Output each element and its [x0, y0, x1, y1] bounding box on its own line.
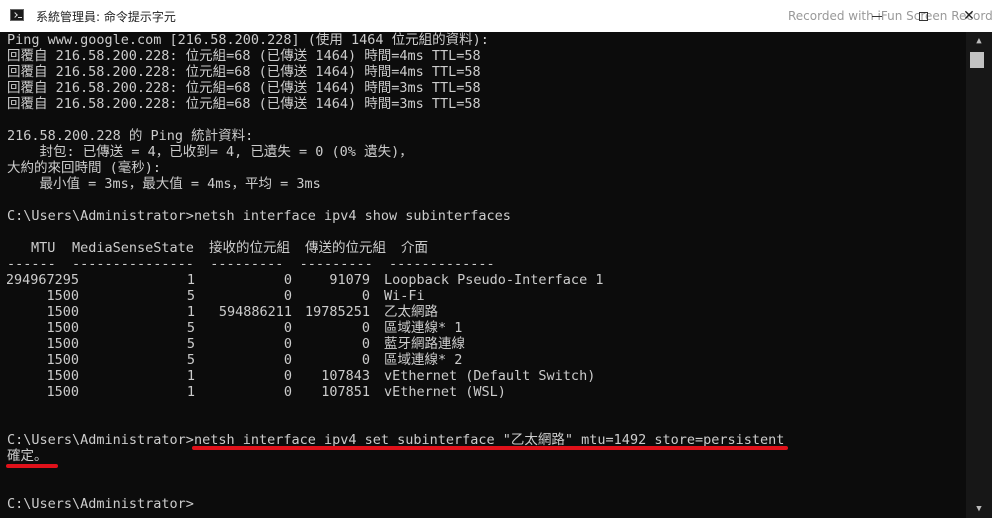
cell-bytes-received: 0: [283, 352, 292, 368]
prompt: C:\Users\Administrator>: [7, 208, 194, 224]
cell-bytes-sent: 107851: [321, 384, 370, 400]
table-row: 1500 5 0 0 區域連線* 2: [7, 352, 907, 368]
cell-media-sense-state: 5: [186, 352, 195, 368]
cell-mtu: 1500: [46, 288, 79, 304]
cell-bytes-sent: 0: [361, 320, 370, 336]
title-bar[interactable]: 系統管理員: 命令提示字元 Recorded with iFun Screen …: [0, 0, 992, 32]
header-interface: 介面: [401, 240, 428, 256]
ping-reply-line: 回覆自 216.58.200.228: 位元組=68 (已傳送 1464) 時間…: [7, 80, 481, 96]
scroll-down-arrow-icon[interactable]: ▼: [966, 500, 992, 518]
header-media-sense-state: MediaSenseState: [72, 240, 194, 256]
ping-stats-rtt: 最小值 = 3ms，最大值 = 4ms，平均 = 3ms: [7, 176, 321, 192]
ping-header-line: Ping www.google.com [216.58.200.228] (使用…: [7, 32, 489, 48]
ping-stats-packets: 封包: 已傳送 = 4，已收到= 4, 已遺失 = 0 (0% 遺失)，: [7, 144, 413, 160]
header-bytes-received: 接收的位元組: [209, 240, 290, 256]
ping-stats-title: 216.58.200.228 的 Ping 統計資料:: [7, 128, 254, 144]
cell-bytes-received: 0: [283, 368, 292, 384]
table-row: 1500 1 0 107843 vEthernet (Default Switch): [7, 368, 907, 384]
table-row: 4294967295 1 0 91079 Loopback Pseudo-Interfa…: [7, 272, 907, 288]
cell-mtu: 4294967295: [7, 272, 79, 288]
table-row: 1500 5 0 0 藍牙網路連線: [7, 336, 907, 352]
cell-bytes-received: 594886211: [218, 304, 292, 320]
cell-interface: 區域連線* 2: [384, 352, 463, 368]
cell-interface: 乙太網路: [384, 304, 438, 320]
table-row: 1500 5 0 0 Wi-Fi: [7, 288, 907, 304]
window-title: 系統管理員: 命令提示字元: [36, 10, 176, 24]
table-row: 1500 1 0 107851 vEthernet (WSL): [7, 384, 907, 400]
cell-bytes-received: 0: [283, 288, 292, 304]
cell-bytes-received: 0: [283, 384, 292, 400]
cell-mtu: 1500: [46, 368, 79, 384]
table-header-row: MTU MediaSenseState 接收的位元組 傳送的位元組 介面: [7, 240, 907, 256]
cell-bytes-sent: 91079: [329, 272, 370, 288]
maximize-icon: [918, 11, 928, 21]
cell-interface: Wi-Fi: [384, 288, 425, 304]
maximize-button[interactable]: [900, 0, 946, 32]
header-bytes-sent: 傳送的位元組: [305, 240, 386, 256]
cell-interface: vEthernet (WSL): [384, 384, 506, 400]
cell-bytes-sent: 0: [361, 352, 370, 368]
cell-bytes-received: 0: [283, 336, 292, 352]
vertical-scrollbar[interactable]: ▲ ▼: [966, 32, 992, 518]
annotation-underline-command: [192, 446, 788, 450]
annotation-underline-result: [6, 464, 58, 468]
cell-media-sense-state: 1: [186, 368, 195, 384]
cell-bytes-sent: 0: [361, 336, 370, 352]
cell-interface: 藍牙網路連線: [384, 336, 465, 352]
cell-interface: 區域連線* 1: [384, 320, 463, 336]
cell-media-sense-state: 5: [186, 288, 195, 304]
command-result: 確定。: [7, 448, 48, 464]
cell-mtu: 1500: [46, 320, 79, 336]
scroll-thumb[interactable]: [970, 52, 984, 68]
table-row: 1500 1 594886211 19785251 乙太網路: [7, 304, 907, 320]
scroll-up-arrow-icon[interactable]: ▲: [966, 32, 992, 50]
cell-mtu: 1500: [46, 352, 79, 368]
minimize-button[interactable]: [854, 0, 900, 32]
cell-bytes-sent: 0: [361, 288, 370, 304]
ping-stats-rtt-title: 大約的來回時間 (毫秒):: [7, 160, 162, 176]
ping-reply-line: 回覆自 216.58.200.228: 位元組=68 (已傳送 1464) 時間…: [7, 64, 481, 80]
cell-media-sense-state: 5: [186, 320, 195, 336]
cell-media-sense-state: 1: [186, 384, 195, 400]
ping-reply-line: 回覆自 216.58.200.228: 位元組=68 (已傳送 1464) 時間…: [7, 96, 481, 112]
table-separator: ------ --------------- --------- -------…: [7, 256, 495, 272]
minimize-icon: [872, 15, 882, 17]
cell-media-sense-state: 1: [186, 272, 195, 288]
cell-interface: vEthernet (Default Switch): [384, 368, 596, 384]
cell-media-sense-state: 5: [186, 336, 195, 352]
cmd-app-icon: [10, 9, 24, 21]
cell-mtu: 1500: [46, 384, 79, 400]
cell-bytes-received: 0: [283, 320, 292, 336]
header-mtu: MTU: [31, 240, 56, 256]
ping-reply-line: 回覆自 216.58.200.228: 位元組=68 (已傳送 1464) 時間…: [7, 48, 481, 64]
close-button[interactable]: ✕: [946, 0, 992, 32]
cell-interface: Loopback Pseudo-Interface 1: [384, 272, 604, 288]
command-line-show: C:\Users\Administrator>netsh interface i…: [7, 208, 511, 224]
command-text: netsh interface ipv4 show subinterfaces: [193, 208, 511, 224]
prompt: C:\Users\Administrator>: [7, 432, 194, 448]
cell-bytes-sent: 19785251: [304, 304, 370, 320]
cell-mtu: 1500: [46, 336, 79, 352]
command-line-prompt: C:\Users\Administrator>: [7, 496, 194, 512]
cell-bytes-received: 0: [283, 272, 292, 288]
close-icon: ✕: [963, 8, 975, 24]
cell-bytes-sent: 107843: [321, 368, 370, 384]
cell-media-sense-state: 1: [186, 304, 195, 320]
table-row: 1500 5 0 0 區域連線* 1: [7, 320, 907, 336]
cell-mtu: 1500: [46, 304, 79, 320]
